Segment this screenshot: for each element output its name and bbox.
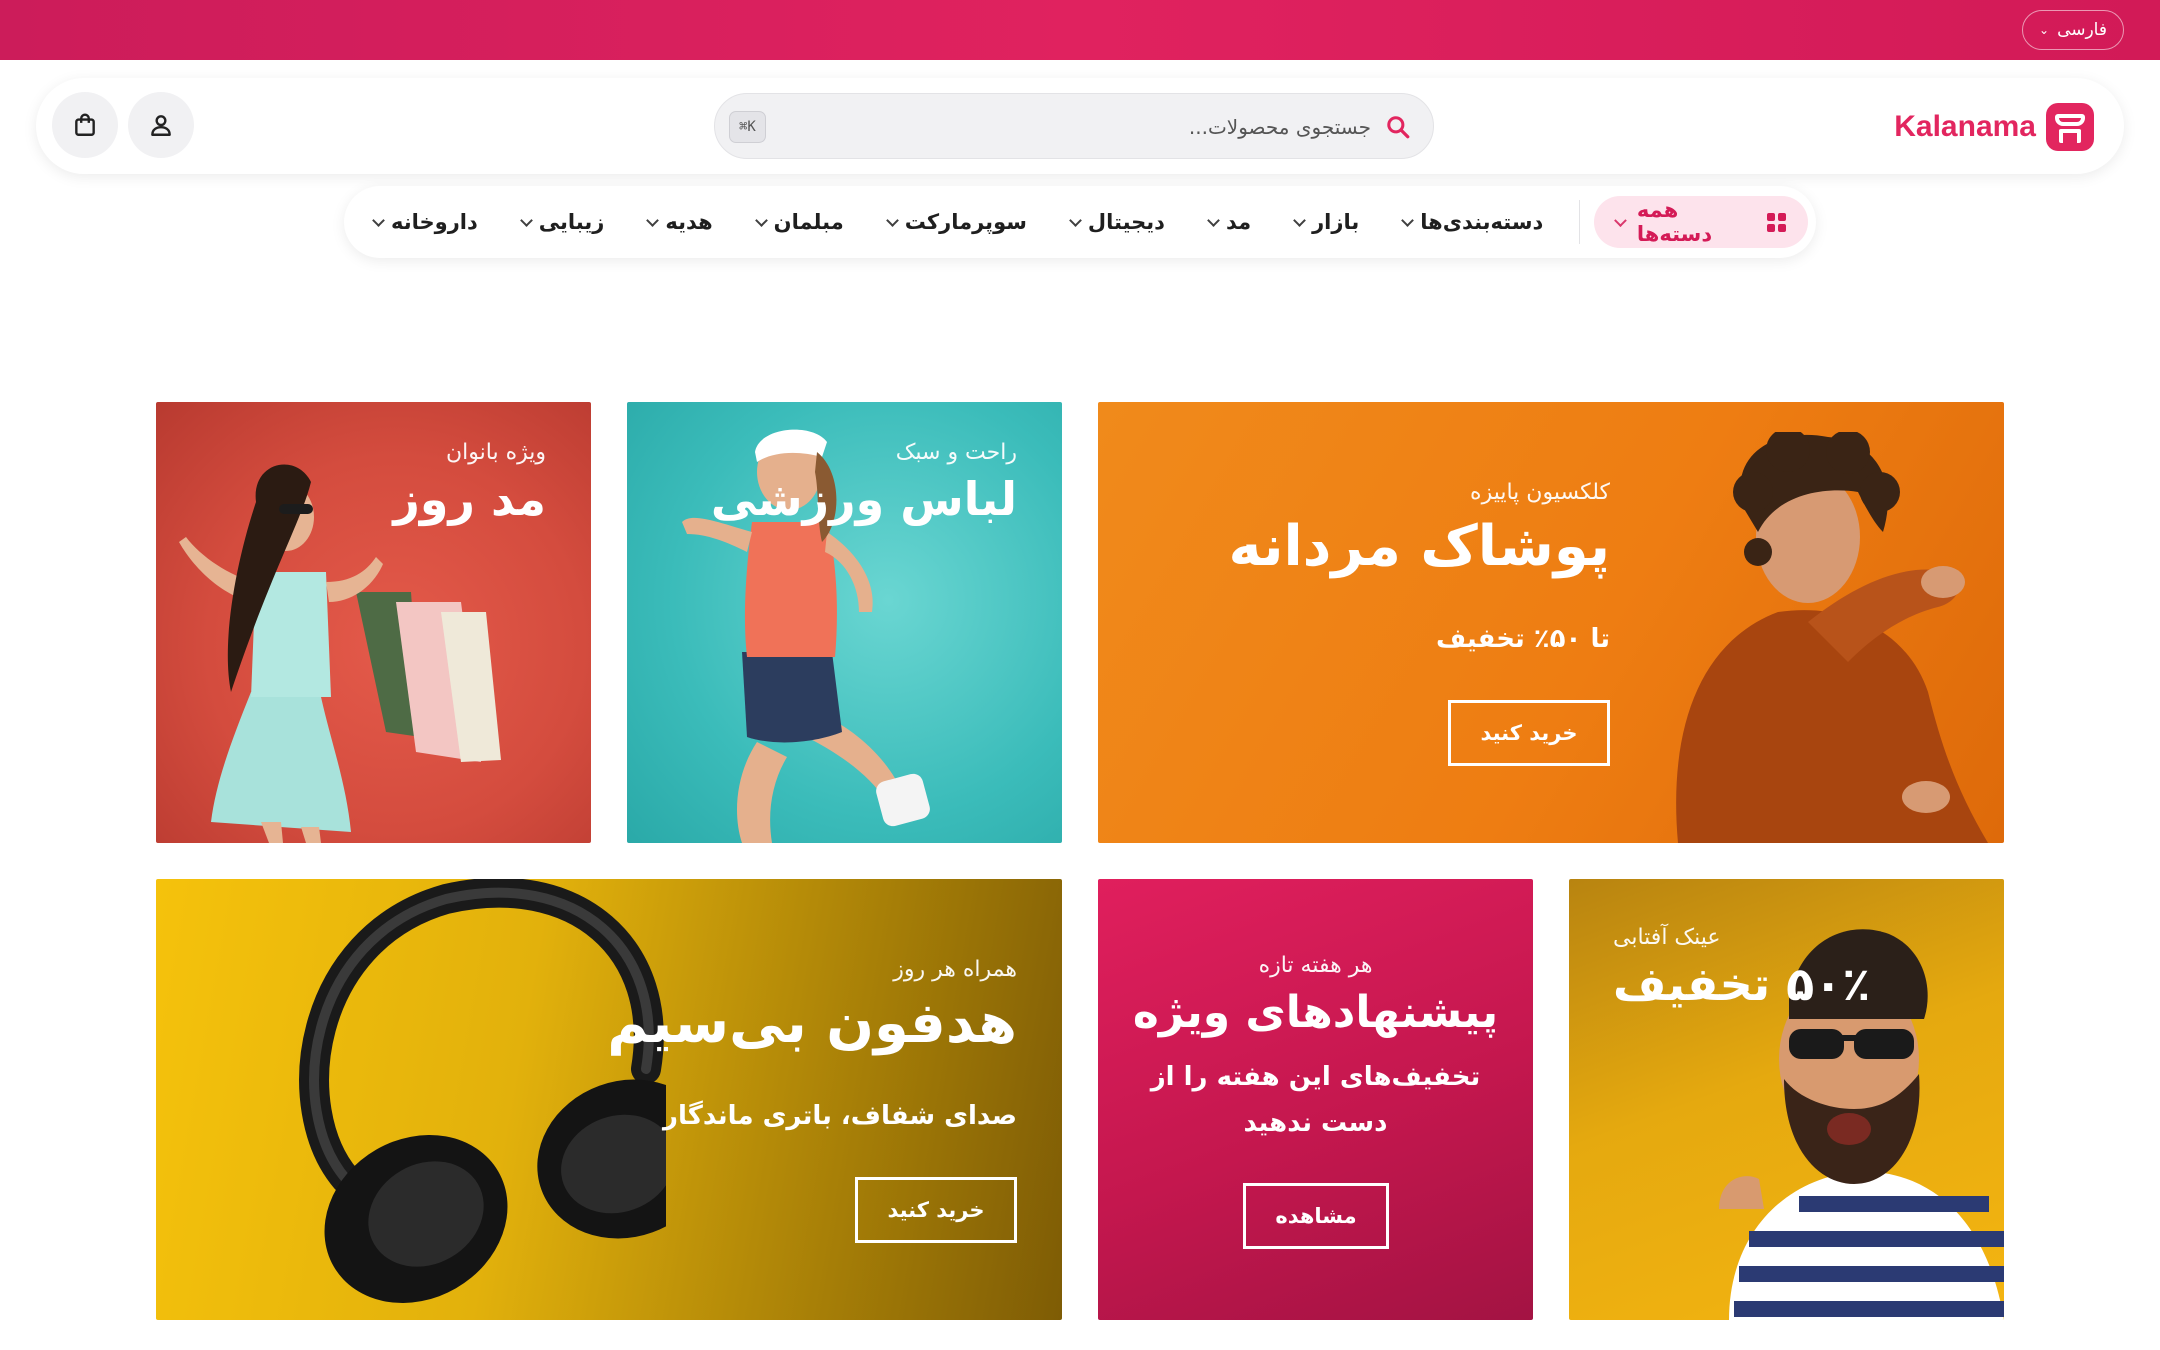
banner-subtitle-line1: تخفیف‌های این هفته را از — [1150, 1062, 1481, 1092]
banner-title: پیشنهادهای ویژه — [1132, 987, 1499, 1038]
banner-eyebrow: کلکسیون پاییزه — [1470, 480, 1610, 505]
nav-item-bazaar[interactable]: بازار — [1273, 210, 1381, 234]
all-categories-button[interactable]: همه دسته‌ها — [1594, 196, 1808, 248]
store-icon — [2046, 103, 2094, 151]
language-label: فارسی — [2057, 20, 2107, 40]
nav-item-digital[interactable]: دیجیتال — [1049, 210, 1187, 234]
banner-eyebrow: ویژه بانوان — [446, 440, 546, 465]
search-shortcut-badge: ⌘K — [729, 111, 766, 143]
banner-sportswear[interactable]: راحت و سبک لباس ورزشی — [627, 402, 1062, 843]
top-bar: فارسی ⌄ — [0, 0, 2160, 60]
banner-subtitle: صدای شفاف، باتری ماندگار — [663, 1101, 1017, 1131]
banner-title: ۵۰٪ تخفیف — [1613, 957, 1871, 1011]
banner-womens-fashion[interactable]: ویژه بانوان مد روز — [156, 402, 591, 843]
banner-title: مد روز — [393, 472, 546, 526]
banner-text: هر هفته تازه — [1098, 953, 1533, 978]
cart-button[interactable] — [52, 92, 118, 158]
banner-text: ویژه بانوان — [446, 440, 546, 465]
chevron-down-icon — [1614, 213, 1627, 227]
banner-wireless-headphones[interactable]: همراه هر روز هدفون بی‌سیم صدای شفاف، بات… — [156, 879, 1062, 1320]
view-button[interactable]: مشاهده — [1243, 1183, 1389, 1249]
chevron-down-icon — [1069, 213, 1082, 227]
banner-eyebrow: راحت و سبک — [895, 440, 1017, 465]
banner-title: لباس ورزشی — [710, 472, 1017, 526]
chevron-down-icon — [372, 213, 385, 227]
search-bar: ⌘K — [714, 93, 1434, 159]
banner-sunglasses[interactable]: عینک آفتابی ۵۰٪ تخفیف — [1569, 879, 2004, 1320]
nav-item-furniture[interactable]: مبلمان — [735, 210, 866, 234]
nav-item-beauty[interactable]: زیبایی — [500, 210, 627, 234]
language-selector[interactable]: فارسی ⌄ — [2022, 10, 2124, 50]
banner-text: همراه هر روز — [893, 957, 1017, 982]
account-button[interactable] — [128, 92, 194, 158]
chevron-down-icon — [519, 213, 533, 227]
nav-item-gifts[interactable]: هدیه — [626, 210, 734, 234]
banner-eyebrow: همراه هر روز — [893, 957, 1017, 982]
headphones-image — [299, 879, 666, 1304]
banner-title: پوشاک مردانه — [1228, 514, 1611, 579]
banner-subtitle: تا ۵۰٪ تخفیف — [1435, 624, 1610, 654]
banner-title: هدفون بی‌سیم — [607, 991, 1017, 1056]
banner-eyebrow: هر هفته تازه — [1258, 953, 1373, 978]
search-input[interactable] — [811, 106, 1371, 148]
nav-item-fashion[interactable]: مد — [1187, 210, 1273, 234]
chevron-down-icon — [1207, 213, 1220, 227]
nav-item-categories[interactable]: دسته‌بندی‌ها — [1381, 210, 1565, 234]
banner-text: عینک آفتابی — [1613, 925, 1721, 950]
category-nav: همه دسته‌ها دسته‌بندی‌ها بازار مد دیجیتا… — [344, 186, 1816, 258]
all-categories-label: همه دسته‌ها — [1636, 198, 1713, 246]
shop-now-button[interactable]: خرید کنید — [855, 1177, 1017, 1243]
banner-text: کلکسیون پاییزه — [1470, 480, 1610, 505]
banner-subtitle-line2: دست ندهید — [1243, 1108, 1388, 1138]
chevron-down-icon — [754, 213, 768, 227]
nav-divider — [1579, 200, 1581, 244]
chevron-down-icon — [885, 213, 899, 227]
chevron-down-icon — [1401, 213, 1415, 227]
site-header: Kalanama ⌘K — [36, 78, 2124, 174]
banner-special-offers[interactable]: هر هفته تازه پیشنهادهای ویژه تخفیف‌های ا… — [1098, 879, 1533, 1320]
chevron-down-icon — [646, 213, 660, 227]
logo-text: Kalanama — [1894, 110, 2036, 143]
logo[interactable]: Kalanama — [1894, 102, 2094, 152]
search-icon[interactable] — [1385, 114, 1411, 140]
banner-mens-clothing[interactable]: کلکسیون پاییزه پوشاک مردانه تا ۵۰٪ تخفیف… — [1098, 402, 2004, 843]
nav-item-pharmacy[interactable]: داروخانه — [352, 210, 500, 234]
user-icon — [151, 115, 171, 136]
man-in-sweater-image — [1676, 432, 1988, 843]
nav-item-supermarket[interactable]: سوپرمارکت — [866, 210, 1049, 234]
chevron-down-icon: ⌄ — [2039, 23, 2050, 37]
shopping-bag-icon — [75, 113, 95, 136]
banner-text: راحت و سبک — [896, 440, 1017, 465]
banner-eyebrow: عینک آفتابی — [1613, 925, 1721, 950]
chevron-down-icon — [1293, 213, 1306, 227]
shop-now-button[interactable]: خرید کنید — [1448, 700, 1610, 766]
grid-icon — [1767, 212, 1786, 232]
